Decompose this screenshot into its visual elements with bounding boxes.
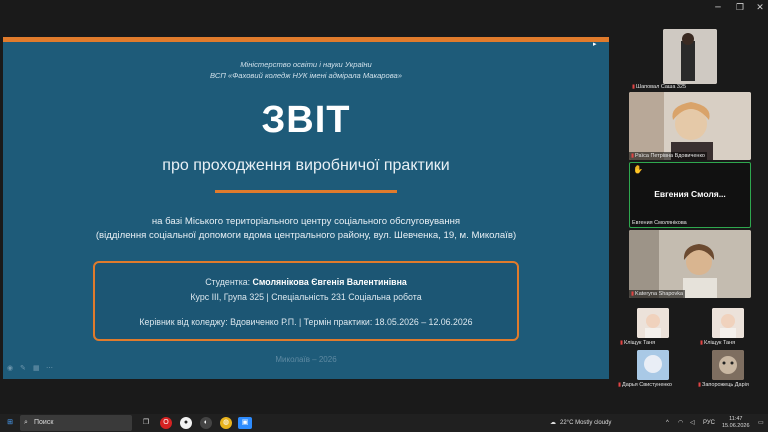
- student-name: Смолянікова Євгенія Валентинівна: [252, 277, 407, 287]
- clock-time: 11:47: [729, 416, 743, 422]
- close-icon[interactable]: ✕: [754, 2, 766, 14]
- zoom-app-window: ─ ❐ ✕ ▸ Міністерство освіти і науки Укра…: [0, 0, 768, 414]
- participant-name-8: ▮Запорожець Дарія: [698, 382, 749, 388]
- ministry-line-2: ВСП «Фаховий коледж НУК імені адмірала М…: [210, 71, 402, 80]
- participant-tile-3[interactable]: ✋ Евгения Смоля... Евгения Смолянікова: [629, 162, 751, 228]
- participant-tile-6[interactable]: [712, 308, 744, 338]
- participant-tile-7[interactable]: [637, 350, 669, 380]
- ministry-line-1: Міністерство освіти і науки України: [240, 60, 372, 69]
- participant-video-8: [712, 350, 744, 380]
- slides-grid-icon[interactable]: ▦: [33, 365, 41, 373]
- participant-tile-5[interactable]: [637, 308, 669, 338]
- language-indicator[interactable]: РУС: [703, 414, 715, 432]
- city-year: Миколаїв – 2026: [275, 355, 337, 364]
- ministry-header: Міністерство освіти і науки України ВСП …: [3, 59, 609, 81]
- participant-name-6: ▮Кліщук Таня: [700, 340, 736, 346]
- obs-icon[interactable]: ●: [180, 417, 192, 429]
- taskbar-search[interactable]: ⌕ Поиск: [20, 415, 132, 431]
- more-options-icon[interactable]: ⋯: [46, 365, 54, 373]
- participant-tile-2[interactable]: ▮Раїса Петрівна Вдовиченко: [629, 92, 751, 160]
- mouse-cursor-icon: ▸: [593, 41, 597, 48]
- participant-video-2: [629, 92, 751, 160]
- slide-toolbar: ◉ ✎ ▦ ⋯: [7, 365, 54, 375]
- participant-name-3: Евгения Смолянікова: [632, 220, 687, 226]
- clock-date: 15.06.2026: [722, 423, 750, 429]
- slide-title: ЗВІТ: [261, 99, 351, 141]
- task-view-icon[interactable]: ❐: [140, 417, 152, 429]
- student-line: Студентка: Смолянікова Євгенія Валентині…: [95, 277, 517, 287]
- participant-name-5: ▮Кліщук Таня: [620, 340, 656, 346]
- practice-base: на базі Міського територіального центру …: [3, 215, 609, 243]
- participant-name-7: ▮Дарья Свистуненко: [618, 382, 672, 388]
- maximize-icon[interactable]: ❐: [734, 2, 746, 14]
- participant-name-1: ▮Шаповал Саша 325: [632, 84, 687, 90]
- participant-name-4: ▮Kateryna Shapovka: [629, 290, 686, 298]
- course-line: Курс III, Група 325 | Спеціальність 231 …: [190, 292, 422, 302]
- participant-video-7: [637, 350, 669, 380]
- student-info-box: Студентка: Смолянікова Євгенія Валентині…: [93, 261, 519, 341]
- tray-arrow-icon[interactable]: ^: [666, 414, 669, 432]
- supervisor-line: Керівник від коледжу: Вдовиченко Р.П. | …: [139, 317, 473, 327]
- practice-base-line-2: (відділення соціальної допомоги вдома це…: [95, 230, 517, 241]
- participant-video-6: [712, 308, 744, 338]
- slide-top-accent-bar: [3, 37, 609, 42]
- volume-icon[interactable]: ◁: [690, 414, 695, 432]
- zoom-taskbar-icon[interactable]: ▣: [238, 417, 252, 429]
- participant-display-name-3: Евгения Смоля...: [654, 189, 726, 199]
- windows-taskbar: ⊞ ⌕ Поиск ❐ O ● ◐ ◍ ▣ ☁ 22°C Mostly clou…: [0, 414, 768, 432]
- title-bar: ─ ❐ ✕: [0, 0, 768, 16]
- raised-hand-icon: ✋: [633, 165, 643, 174]
- minimize-icon[interactable]: ─: [712, 2, 724, 14]
- windows-start-icon[interactable]: ⊞: [4, 417, 16, 429]
- participant-tile-1[interactable]: [663, 29, 717, 84]
- chrome-icon[interactable]: ◍: [220, 417, 232, 429]
- participants-panel: ▮Шаповал Саша 325 ▮Раїса Петрівна Вдович…: [612, 16, 768, 414]
- notifications-icon[interactable]: ▭: [758, 414, 764, 432]
- participant-tile-8[interactable]: [712, 350, 744, 380]
- participant-video-1: [663, 29, 717, 84]
- participant-tile-4[interactable]: ▮Kateryna Shapovka: [629, 230, 751, 298]
- weather-icon[interactable]: ☁: [550, 414, 556, 432]
- weather-text[interactable]: 22°C Mostly cloudy: [560, 414, 611, 432]
- pen-icon[interactable]: ✎: [20, 365, 28, 373]
- practice-base-line-1: на базі Міського територіального центру …: [151, 216, 461, 227]
- shared-screen-slide: ▸ Міністерство освіти і науки України ВС…: [3, 37, 609, 379]
- opera-icon[interactable]: O: [160, 417, 172, 429]
- student-prefix: Студентка:: [205, 277, 251, 287]
- pointer-icon[interactable]: ◉: [7, 365, 15, 373]
- slide-subtitle: про проходження виробничої практики: [162, 157, 450, 174]
- network-icon[interactable]: ◠: [678, 414, 683, 432]
- participant-name-2: ▮Раїса Петрівна Вдовиченко: [629, 152, 707, 160]
- search-icon: ⌕: [24, 419, 28, 426]
- title-divider: [215, 190, 397, 193]
- participant-video-4: [629, 230, 751, 298]
- clock[interactable]: 11:47 15.06.2026: [722, 416, 750, 430]
- participant-video-5: [637, 308, 669, 338]
- app-icon[interactable]: ◐: [200, 417, 212, 429]
- search-placeholder: Поиск: [34, 419, 54, 426]
